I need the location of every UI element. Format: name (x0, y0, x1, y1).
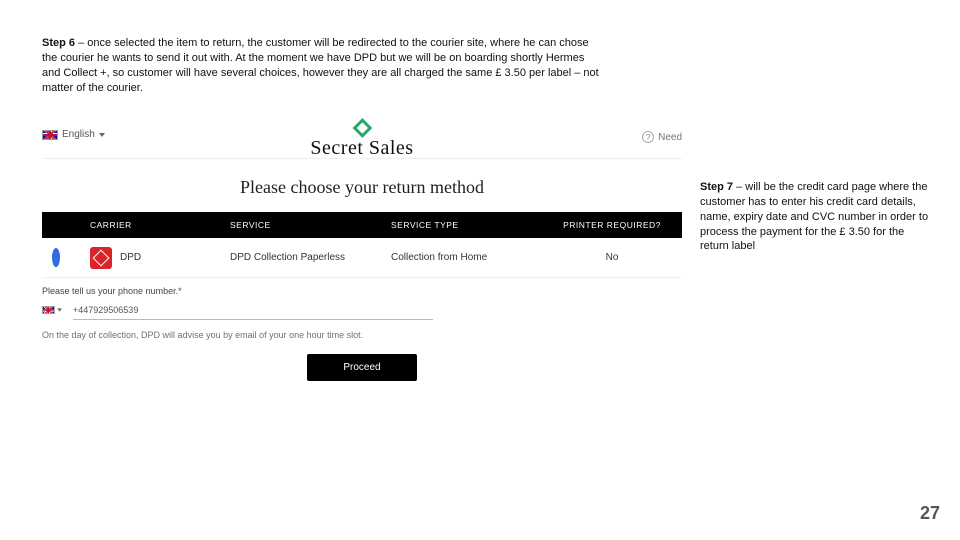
step7-text: – will be the credit card page where the… (700, 181, 928, 252)
carrier-row-dpd[interactable]: DPD DPD Collection Paperless Collection … (42, 238, 682, 278)
service-type-value: Collection from Home (391, 252, 552, 263)
step7-label: Step 7 (700, 181, 733, 193)
proceed-button[interactable]: Proceed (307, 354, 416, 381)
chevron-down-icon (99, 133, 105, 137)
phone-field-label: Please tell us your phone number.* (42, 278, 682, 300)
help-link[interactable]: ? Need (642, 131, 682, 143)
collection-info-text: On the day of collection, DPD will advis… (42, 320, 682, 340)
brand-name: Secret Sales (310, 137, 413, 160)
courier-screenshot: English Secret Sales ? Need Please choos… (42, 115, 682, 445)
phone-input[interactable]: +447929506539 (73, 300, 433, 320)
radio-selected-icon[interactable] (52, 248, 60, 267)
return-method-heading: Please choose your return method (42, 159, 682, 212)
step6-label: Step 6 (42, 37, 75, 49)
phone-field-row: +447929506539 (42, 300, 682, 320)
uk-flag-icon (42, 306, 55, 314)
brand-logo: Secret Sales (310, 121, 413, 160)
col-carrier: CARRIER (90, 220, 230, 230)
step6-paragraph: Step 6 – once selected the item to retur… (42, 36, 602, 95)
step6-text: – once selected the item to return, the … (42, 37, 599, 94)
service-value: DPD Collection Paperless (230, 252, 391, 263)
language-selector[interactable]: English (42, 129, 105, 140)
help-icon: ? (642, 131, 654, 143)
page-number: 27 (920, 503, 940, 524)
brand-diamond-icon (352, 118, 372, 138)
chevron-down-icon (57, 308, 62, 311)
carrier-name: DPD (120, 252, 141, 263)
carrier-table-header: CARRIER SERVICE SERVICE TYPE PRINTER REQ… (42, 212, 682, 238)
dpd-logo-icon (90, 247, 112, 269)
col-service-type: SERVICE TYPE (391, 220, 552, 230)
step7-paragraph: Step 7 – will be the credit card page wh… (700, 180, 930, 254)
phone-input-value: +447929506539 (73, 305, 138, 315)
col-service: SERVICE (230, 220, 391, 230)
language-label: English (62, 129, 95, 140)
screenshot-header: English Secret Sales ? Need (42, 115, 682, 159)
phone-country-selector[interactable] (42, 306, 62, 314)
uk-flag-icon (42, 130, 58, 140)
col-printer: PRINTER REQUIRED? (552, 220, 672, 230)
printer-value: No (552, 252, 672, 263)
help-label: Need (658, 132, 682, 143)
